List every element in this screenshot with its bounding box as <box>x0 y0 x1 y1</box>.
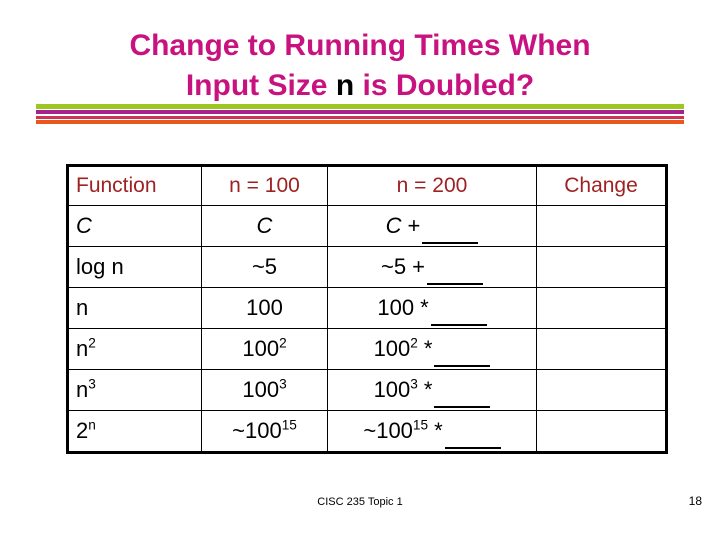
cell-function: 2n <box>67 410 202 453</box>
cell-n100: C <box>201 205 328 247</box>
title-line-1: Change to Running Times When <box>129 29 591 62</box>
cell-n100: 1002 <box>201 328 328 370</box>
n200-operator: + <box>412 254 425 279</box>
title-variable-n: n <box>335 68 355 102</box>
cell-change[interactable] <box>536 246 667 288</box>
cell-n100: 100 <box>201 287 328 329</box>
table-header-cell: Change <box>536 165 667 206</box>
cell-change[interactable] <box>536 287 667 329</box>
cell-change[interactable] <box>536 410 667 453</box>
running-times-table: Function n = 100 n = 200 Change C C C + log n ~5 ~… <box>66 164 668 454</box>
table-row: 2n ~10015 ~10015 * <box>67 410 667 453</box>
table-row: n2 1002 1002 * <box>67 328 667 370</box>
cell-n200: 1003 * <box>327 369 537 411</box>
n200-operator: * <box>434 418 443 443</box>
footer-course-note: CISC 235 Topic 1 <box>317 496 403 508</box>
n200-expression: 1002 * <box>374 329 491 369</box>
n200-expression: 1003 * <box>374 370 491 410</box>
title-line-2: Input Size n is Doubled? <box>0 66 720 106</box>
divider <box>36 104 684 124</box>
n200-operator: * <box>423 377 433 402</box>
cell-function: n <box>67 287 202 329</box>
n200-blank-underline[interactable] <box>434 365 491 367</box>
page-title: Change to Running Times When Input Size … <box>0 26 720 106</box>
cell-n200: 1002 * <box>327 328 537 370</box>
cell-n200: ~5 + <box>327 246 537 288</box>
n200-operator: * <box>420 295 429 320</box>
cell-function: n2 <box>67 328 202 370</box>
table-row: log n ~5 ~5 + <box>67 246 667 288</box>
table-row: C C C + <box>67 205 667 247</box>
cell-n100: 1003 <box>201 369 328 411</box>
cell-n200: 100 * <box>327 287 537 329</box>
cell-function: log n <box>67 246 202 288</box>
table-row: n 100 100 * <box>67 287 667 329</box>
n200-blank-underline[interactable] <box>422 242 479 244</box>
n200-expression: 100 * <box>377 288 487 328</box>
cell-n200: C + <box>327 205 537 247</box>
cell-change[interactable] <box>536 328 667 370</box>
n200-blank-underline[interactable] <box>430 324 487 326</box>
n200-expression: ~5 + <box>381 247 483 287</box>
title-line-2-before: Input Size <box>185 68 336 102</box>
table-header-row: Function n = 100 n = 200 Change <box>67 165 667 206</box>
cell-change[interactable] <box>536 205 667 247</box>
cell-function: C <box>67 205 202 247</box>
n200-blank-underline[interactable] <box>444 447 501 449</box>
title-line-2-after: is Doubled? <box>354 68 535 102</box>
footer-page-number: 18 <box>688 494 702 508</box>
n200-operator: * <box>423 336 433 361</box>
cell-n100: ~10015 <box>201 410 328 453</box>
n200-expression: C + <box>386 206 479 246</box>
cell-function: n3 <box>67 369 202 411</box>
n200-blank-underline[interactable] <box>434 406 491 408</box>
cell-n100: ~5 <box>201 246 328 288</box>
table-header-cell: n = 100 <box>201 165 328 206</box>
table-header-cell: n = 200 <box>327 165 537 206</box>
table-row: n3 1003 1003 * <box>67 369 667 411</box>
cell-change[interactable] <box>536 369 667 411</box>
divider-band-orange <box>36 120 684 124</box>
cell-n200: ~10015 * <box>327 410 537 453</box>
n200-operator: + <box>407 213 421 238</box>
n200-expression: ~10015 * <box>363 411 501 451</box>
n200-blank-underline[interactable] <box>426 283 483 285</box>
table-header-cell: Function <box>67 165 202 206</box>
